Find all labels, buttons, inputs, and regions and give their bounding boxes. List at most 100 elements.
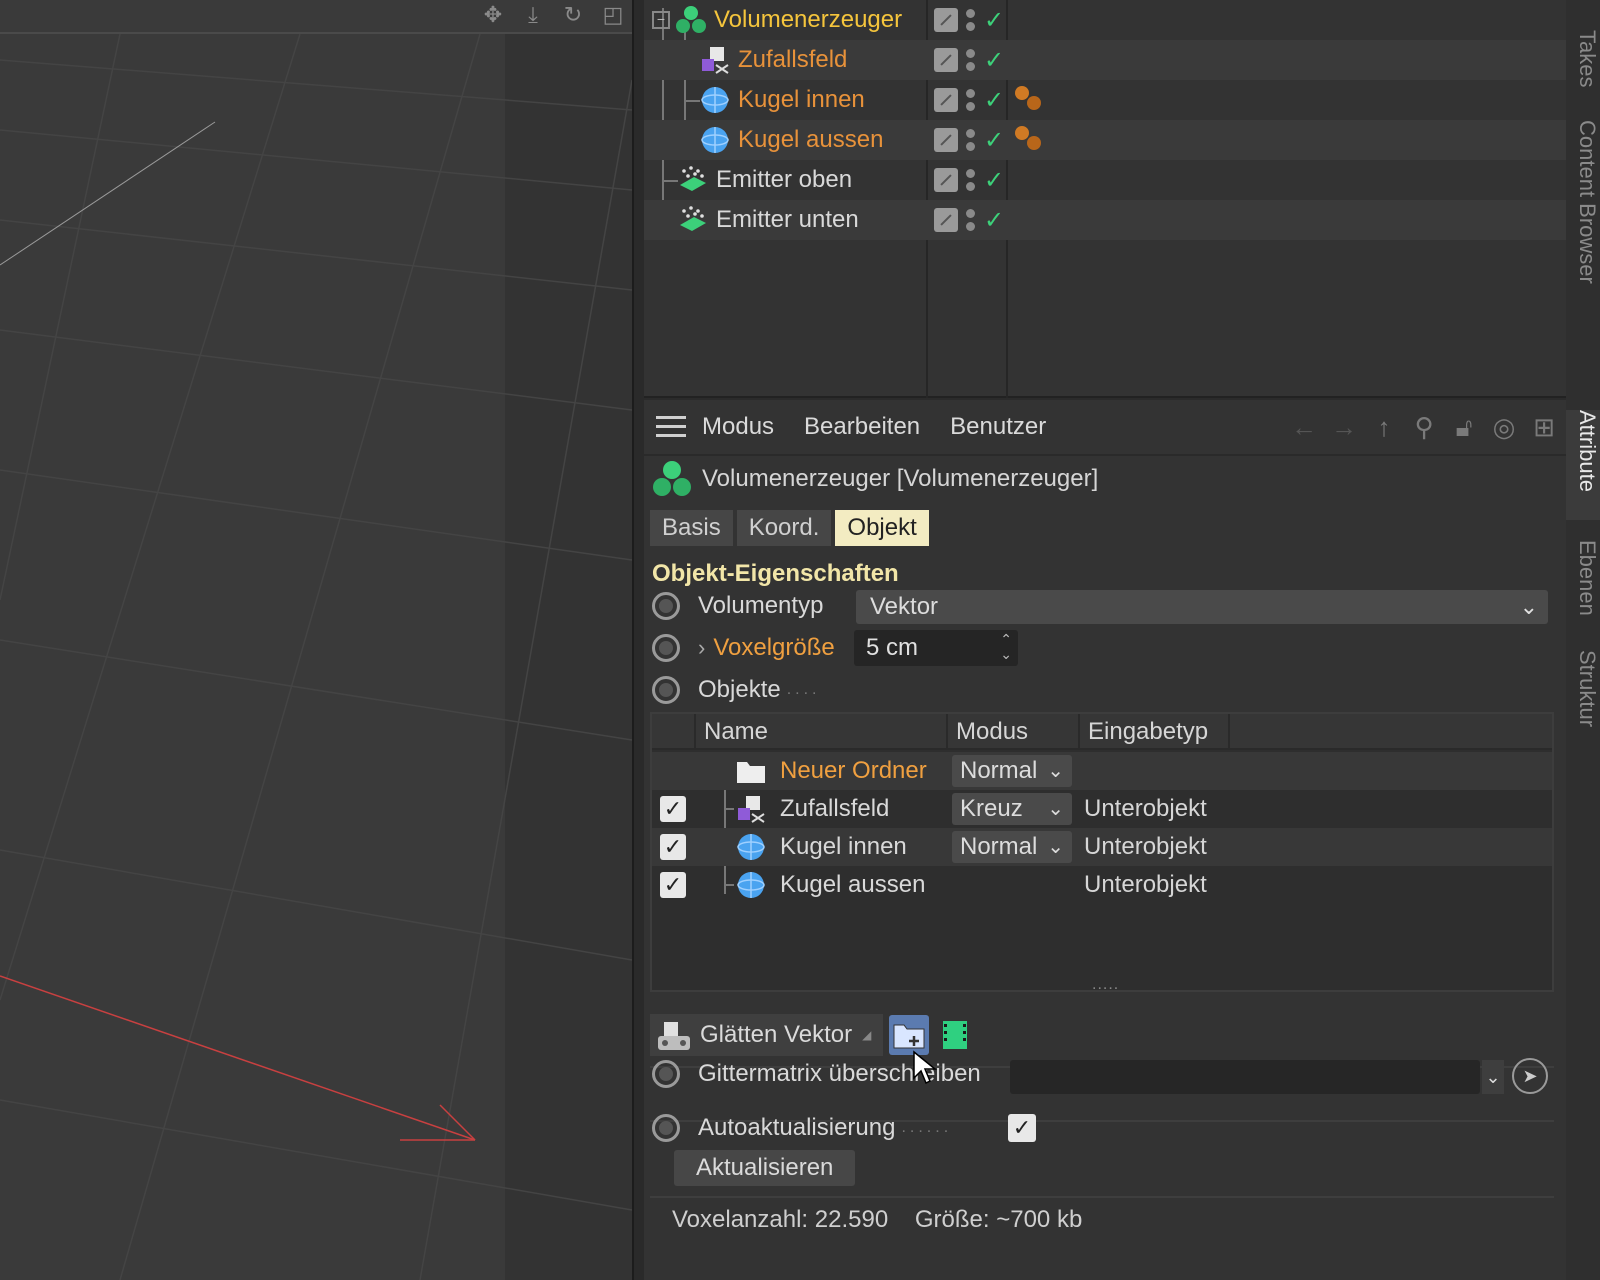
voxelgroesse-input[interactable]: 5 cm ⌃ ⌄ (854, 630, 1018, 666)
object-row-zufallsfeld[interactable]: Zufallsfeld ✓ (644, 40, 1566, 80)
drop-icon[interactable]: ⤓ (520, 2, 546, 28)
layer-button[interactable] (935, 1015, 975, 1055)
target-icon[interactable]: ◎ (1490, 412, 1518, 442)
object-row-kugel-innen[interactable]: Kugel innen ✓ (644, 80, 1566, 120)
forward-arrow-icon[interactable]: → (1330, 412, 1358, 442)
keyframe-circle-icon[interactable] (652, 1114, 680, 1142)
dropdown-triangle-icon: ◢ (862, 1028, 872, 1042)
pick-cursor-icon[interactable]: ➤ (1512, 1058, 1548, 1094)
filter-add-button[interactable]: Glätten Vektor ◢ (650, 1014, 884, 1056)
autoaktualisierung-checkbox[interactable]: ✓ (1008, 1114, 1036, 1142)
enabled-check-icon[interactable]: ✓ (984, 86, 1004, 115)
list-row-neuer-ordner[interactable]: Neuer Ordner Normal ⌄ (652, 752, 1552, 790)
list-name-cell: Neuer Ordner (736, 752, 927, 790)
menu-bearbeiten[interactable]: Bearbeiten (804, 413, 920, 441)
object-label[interactable]: Emitter oben (716, 166, 852, 194)
visibility-dots-icon[interactable] (966, 48, 976, 72)
keyframe-circle-icon[interactable] (652, 1060, 680, 1088)
list-row-kugel-innen[interactable]: ✓ Kugel innen Normal ⌄ Unterobjekt (652, 828, 1552, 866)
volumentyp-dropdown[interactable]: Vektor ⌄ (856, 590, 1548, 624)
tab-content-browser[interactable]: Content Browser (1566, 120, 1600, 284)
lock-icon[interactable]: 🔓︎ (1450, 412, 1478, 442)
enable-checkbox[interactable]: ✓ (660, 834, 686, 860)
visibility-dots-icon[interactable] (966, 128, 976, 152)
visibility-dots-icon[interactable] (966, 168, 976, 192)
menu-modus[interactable]: Modus (702, 413, 774, 441)
prop-volumentyp: Volumentyp (652, 586, 823, 626)
new-folder-button[interactable] (889, 1015, 930, 1055)
new-panel-icon[interactable]: ⊞ (1530, 412, 1558, 442)
up-arrow-icon[interactable]: ↑ (1370, 412, 1398, 442)
object-row-emitter-unten[interactable]: Emitter unten ✓ (644, 200, 1566, 240)
tab-basis[interactable]: Basis (650, 510, 733, 546)
header-modus[interactable]: Modus (948, 714, 1080, 750)
spinner-arrows-icon[interactable]: ⌃ ⌄ (1000, 632, 1012, 662)
enabled-check-icon[interactable]: ✓ (984, 206, 1004, 235)
edit-flag-icon[interactable] (934, 48, 958, 72)
gittermatrix-link-field[interactable] (1010, 1060, 1480, 1094)
enabled-check-icon[interactable]: ✓ (984, 6, 1004, 35)
list-resize-handle[interactable]: ..... (1092, 976, 1119, 994)
edit-flag-icon[interactable] (934, 8, 958, 32)
rotate-icon[interactable]: ↻ (560, 2, 586, 28)
enable-checkbox[interactable]: ✓ (660, 796, 686, 822)
chevron-down-icon[interactable]: ⌄ (1482, 1060, 1504, 1094)
collapse-icon[interactable]: − (652, 11, 670, 29)
objects-list[interactable]: Name Modus Eingabetyp Neuer Ordner Norma… (650, 712, 1554, 994)
mode-dropdown[interactable]: Normal ⌄ (952, 831, 1072, 863)
edit-flag-icon[interactable] (934, 128, 958, 152)
enabled-check-icon[interactable]: ✓ (984, 46, 1004, 75)
list-row-kugel-aussen[interactable]: ✓ Kugel aussen Unterobjekt (652, 866, 1552, 904)
menu-benutzer[interactable]: Benutzer (950, 413, 1046, 441)
tab-ebenen[interactable]: Ebenen (1566, 540, 1600, 616)
material-balls-icon[interactable] (1012, 123, 1046, 157)
chevron-down-icon: ⌄ (1047, 760, 1064, 782)
back-arrow-icon[interactable]: ← (1290, 412, 1318, 442)
keyframe-circle-icon[interactable] (652, 676, 680, 704)
mode-dropdown[interactable]: Normal ⌄ (952, 755, 1072, 787)
memory-size: Größe: ~700 kb (914, 1206, 1083, 1233)
keyframe-circle-icon[interactable] (652, 634, 680, 662)
move-icon[interactable]: ✥ (480, 2, 506, 28)
aktualisieren-button[interactable]: Aktualisieren (674, 1150, 856, 1186)
object-row-volumenerzeuger[interactable]: − Volumenerzeuger ✓ (644, 0, 1566, 40)
mode-dropdown[interactable]: Kreuz ⌄ (952, 793, 1072, 825)
visibility-dots-icon[interactable] (966, 88, 976, 112)
object-flags: ✓ (934, 86, 1004, 115)
object-label[interactable]: Kugel innen (738, 86, 865, 114)
object-manager[interactable]: − Volumenerzeuger ✓ Zufallsfeld ✓ Kugel … (644, 0, 1566, 398)
object-label[interactable]: Emitter unten (716, 206, 859, 234)
hamburger-menu-icon[interactable] (656, 416, 686, 438)
object-row-kugel-aussen[interactable]: Kugel aussen ✓ (644, 120, 1566, 160)
edit-flag-icon[interactable] (934, 168, 958, 192)
enabled-check-icon[interactable]: ✓ (984, 166, 1004, 195)
tab-attribute[interactable]: Attribute (1566, 410, 1600, 520)
tab-struktur[interactable]: Struktur (1566, 650, 1600, 727)
header-name[interactable]: Name (696, 714, 948, 750)
tab-koord[interactable]: Koord. (736, 510, 832, 546)
object-label[interactable]: Volumenerzeuger (714, 6, 902, 34)
object-flags: ✓ (934, 126, 1004, 155)
edit-flag-icon[interactable] (934, 208, 958, 232)
object-label[interactable]: Kugel aussen (738, 126, 883, 154)
enabled-check-icon[interactable]: ✓ (984, 126, 1004, 155)
visibility-dots-icon[interactable] (966, 8, 976, 32)
prop-voxelgroesse: › Voxelgröße (652, 628, 835, 668)
list-row-zufallsfeld[interactable]: ✓ Zufallsfeld Kreuz ⌄ Unterobjekt (652, 790, 1552, 828)
keyframe-circle-icon[interactable] (652, 592, 680, 620)
visibility-dots-icon[interactable] (966, 208, 976, 232)
3d-viewport[interactable]: ✥ ⤓ ↻ ◰ (0, 0, 632, 1280)
panel-divider[interactable] (632, 0, 644, 1280)
enable-checkbox[interactable]: ✓ (660, 872, 686, 898)
tab-objekt[interactable]: Objekt (835, 510, 929, 546)
tab-takes[interactable]: Takes (1566, 30, 1600, 87)
expand-chevron-icon[interactable]: › (698, 635, 705, 661)
search-icon[interactable]: ⚲ (1410, 412, 1438, 442)
header-eingabetyp[interactable]: Eingabetyp (1080, 714, 1230, 750)
object-row-emitter-oben[interactable]: Emitter oben ✓ (644, 160, 1566, 200)
maximize-icon[interactable]: ◰ (600, 2, 626, 28)
object-label[interactable]: Zufallsfeld (738, 46, 847, 74)
list-header: Name Modus Eingabetyp (652, 714, 1552, 750)
edit-flag-icon[interactable] (934, 88, 958, 112)
material-balls-icon[interactable] (1012, 83, 1046, 117)
